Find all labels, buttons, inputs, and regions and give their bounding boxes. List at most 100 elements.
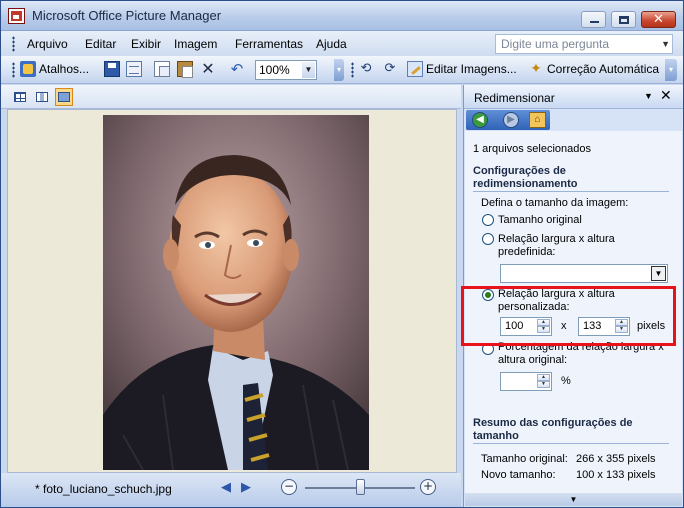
zoom-select[interactable]: 100% ▼	[255, 60, 317, 80]
forward-icon[interactable]: ▶	[503, 112, 519, 128]
filmstrip-view-icon	[36, 92, 48, 102]
menu-imagem[interactable]: Imagem	[174, 37, 217, 51]
next-image-icon[interactable]: ▶	[241, 480, 251, 495]
option-original-label[interactable]: Tamanho original	[498, 214, 582, 227]
maximize-button[interactable]	[611, 11, 636, 28]
pane-header: Redimensionar ▼ ✕	[464, 85, 683, 109]
toolbar2-grip[interactable]	[351, 62, 354, 78]
back-icon[interactable]: ◀	[472, 112, 488, 128]
new-size-label: Novo tamanho:	[481, 469, 556, 481]
settings-divider	[473, 191, 669, 192]
current-filename: * foto_luciano_schuch.jpg	[35, 482, 172, 496]
delete-button[interactable]: ✕	[200, 60, 216, 78]
undo-button[interactable]: ↶	[229, 60, 245, 78]
percent-label: %	[561, 375, 571, 387]
shortcuts-button[interactable]: Atalhos...	[20, 60, 89, 78]
title-bar[interactable]: Microsoft Office Picture Manager ✕	[1, 1, 683, 31]
single-picture-view-icon	[58, 92, 70, 102]
menu-grip[interactable]	[12, 36, 15, 52]
window-title: Microsoft Office Picture Manager	[32, 8, 222, 23]
chevron-down-icon[interactable]: ▼	[651, 266, 666, 281]
pane-title: Redimensionar	[474, 91, 555, 105]
single-picture-view-button[interactable]	[55, 88, 73, 106]
radio-original-size[interactable]	[482, 214, 494, 226]
chevron-down-icon[interactable]: ▼	[644, 91, 653, 101]
rotate-left-button[interactable]: ⟲	[358, 60, 374, 78]
send-mail-button[interactable]	[126, 60, 142, 78]
picture-manager-window: Microsoft Office Picture Manager ✕ Arqui…	[0, 0, 684, 508]
minimize-button[interactable]	[581, 11, 606, 28]
close-icon[interactable]: ✕	[660, 88, 672, 104]
toolbar-grip[interactable]	[12, 62, 15, 78]
help-search-input[interactable]: Digite uma pergunta ▼	[495, 34, 673, 54]
previous-image-icon[interactable]: ◀	[221, 480, 231, 495]
filmstrip-view-button[interactable]	[33, 88, 51, 106]
portrait-image	[103, 115, 369, 470]
original-size-label: Tamanho original:	[481, 453, 568, 465]
minimize-icon	[590, 21, 599, 23]
define-size-label: Defina o tamanho da imagem:	[481, 197, 629, 209]
thumbnail-view-button[interactable]	[11, 88, 29, 106]
auto-correct-button[interactable]: ✦ Correção Automática	[528, 60, 659, 78]
portrait-photo	[103, 115, 369, 470]
zoom-out-icon[interactable]: −	[281, 479, 297, 495]
menu-arquivo[interactable]: Arquivo	[27, 37, 68, 51]
menu-exibir[interactable]: Exibir	[131, 37, 161, 51]
thumbnail-view-icon	[14, 92, 26, 102]
copy-icon	[154, 61, 170, 77]
toolbar2-options-button[interactable]: ▾	[665, 59, 677, 81]
settings-heading-line2: redimensionamento	[473, 178, 578, 190]
view-bar	[1, 85, 461, 109]
radio-predefined-ratio[interactable]	[482, 233, 494, 245]
menu-ferramentas[interactable]: Ferramentas	[235, 37, 303, 51]
summary-divider	[473, 443, 669, 444]
rotate-right-button[interactable]: ⟳	[382, 60, 398, 78]
selected-files-count: 1 arquivos selecionados	[473, 143, 592, 155]
option-percent-label-line2[interactable]: altura original:	[498, 354, 567, 367]
pane-navigation: ◀ ▶ ⌂	[466, 110, 550, 130]
zoom-value: 100%	[259, 63, 290, 77]
edit-images-button[interactable]: Editar Imagens...	[407, 60, 517, 78]
shortcuts-icon	[20, 61, 36, 77]
copy-button[interactable]	[154, 60, 170, 78]
save-button[interactable]	[104, 60, 120, 78]
paste-button[interactable]	[177, 60, 193, 78]
toolbar-options-button[interactable]: ▾	[334, 59, 344, 81]
original-size-value: 266 x 355 pixels	[576, 453, 656, 465]
percentage-stepper-arrows[interactable]: ▲ ▼	[537, 374, 550, 389]
option-predefined-label-line1[interactable]: Relação largura x altura	[498, 233, 615, 246]
zoom-in-icon[interactable]: +	[420, 479, 436, 495]
mail-icon	[126, 61, 142, 77]
rotate-left-icon: ⟲	[360, 61, 372, 76]
stepper-up-icon[interactable]: ▲	[537, 374, 550, 381]
auto-correct-label: Correção Automática	[547, 62, 660, 76]
close-button[interactable]: ✕	[641, 11, 676, 28]
stepper-down-icon[interactable]: ▼	[537, 381, 550, 388]
settings-heading-line1: Configurações de	[473, 165, 566, 177]
home-icon[interactable]: ⌂	[529, 112, 546, 128]
edit-images-label: Editar Imagens...	[426, 62, 517, 76]
menu-editar[interactable]: Editar	[85, 37, 116, 51]
help-search-placeholder: Digite uma pergunta	[501, 37, 610, 51]
maximize-icon	[619, 16, 629, 24]
paste-icon	[177, 61, 193, 78]
percentage-stepper[interactable]: ▲ ▼	[500, 372, 552, 391]
menu-ajuda[interactable]: Ajuda	[316, 37, 347, 51]
zoom-slider-thumb[interactable]	[356, 479, 365, 495]
new-size-value: 100 x 133 pixels	[576, 469, 656, 481]
rotate-right-icon: ⟳	[384, 61, 396, 76]
chevron-down-icon[interactable]: ▼	[302, 62, 315, 78]
highlight-annotation	[461, 286, 676, 346]
image-canvas[interactable]	[7, 109, 457, 473]
summary-heading-line2: tamanho	[473, 430, 519, 442]
pane-scroll-down[interactable]: ▼	[465, 493, 682, 506]
chevron-down-icon[interactable]: ▼	[661, 39, 670, 49]
undo-icon: ↶	[230, 60, 244, 78]
edit-images-icon	[407, 61, 423, 77]
app-icon	[8, 8, 25, 24]
predefined-ratio-select[interactable]: ▼	[500, 264, 668, 283]
option-predefined-label-line2[interactable]: predefinida:	[498, 246, 556, 259]
status-bar: * foto_luciano_schuch.jpg ◀ ▶ − +	[1, 473, 461, 507]
summary-heading-line1: Resumo das configurações de	[473, 417, 633, 429]
shortcuts-label: Atalhos...	[39, 62, 90, 76]
